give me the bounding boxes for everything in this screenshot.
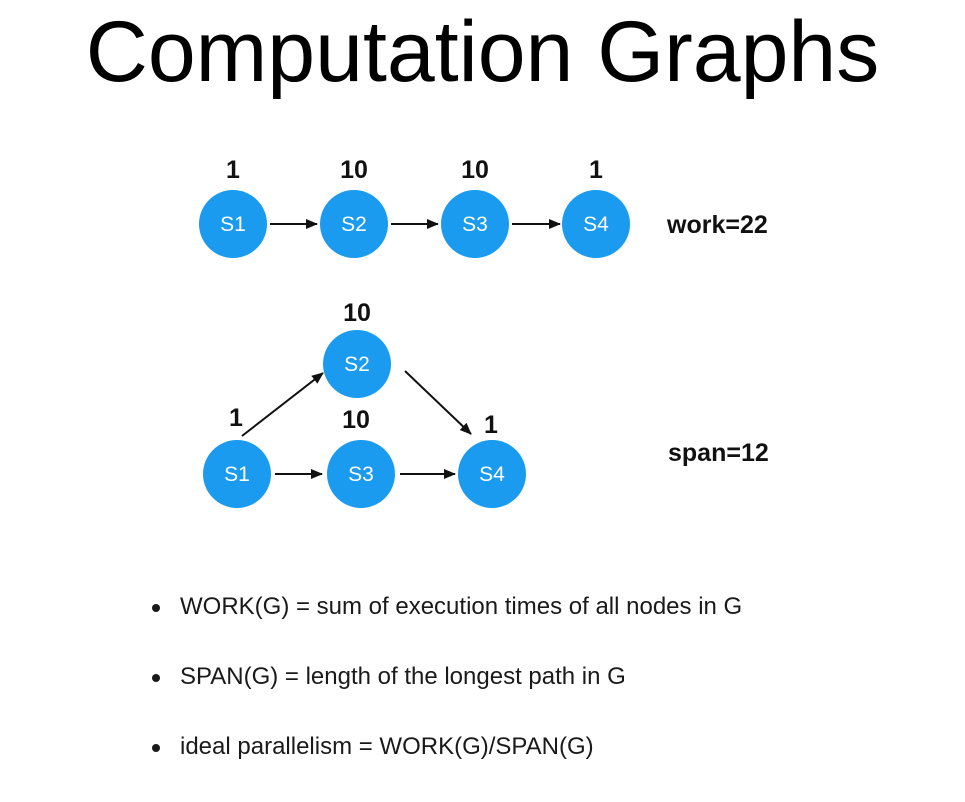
chain-node-s2: S2 10 [320, 156, 388, 258]
chain-node-s1-label: S1 [220, 213, 246, 236]
chain-node-s2-weight: 10 [340, 156, 368, 184]
bullet-work-text: WORK(G) = sum of execution times of all … [180, 593, 743, 620]
bullet-dot-icon [152, 674, 160, 682]
chain-node-s2-label: S2 [341, 213, 367, 236]
parallel-node-s4-weight: 1 [484, 411, 498, 439]
slide: Computation Graphs S1 1 S2 10 S3 10 S4 1… [0, 0, 965, 787]
chain-node-s1: S1 1 [199, 156, 267, 258]
parallel-node-s4-label: S4 [479, 463, 505, 486]
parallel-edge-s1-s2 [241, 372, 324, 437]
parallel-node-s3: S3 10 [327, 406, 395, 508]
bullet-dot-icon [152, 744, 160, 752]
parallel-graph: S1 1 S2 10 S3 10 S4 1 span=12 [203, 299, 769, 508]
bullet-dot-icon [152, 604, 160, 612]
chain-node-s4-weight: 1 [589, 156, 603, 184]
bullet-parallelism-text: ideal parallelism = WORK(G)/SPAN(G) [180, 733, 594, 760]
definition-list: WORK(G) = sum of execution times of all … [150, 592, 930, 802]
parallel-edge-s2-s4 [404, 370, 472, 435]
parallel-node-s1-weight: 1 [229, 404, 243, 432]
chain-node-s3: S3 10 [441, 156, 509, 258]
work-metric: work=22 [666, 211, 768, 239]
chain-node-s1-weight: 1 [226, 156, 240, 184]
span-metric: span=12 [668, 439, 769, 467]
parallel-node-s2-weight: 10 [343, 299, 371, 327]
bullet-span-definition: SPAN(G) = length of the longest path in … [150, 662, 930, 692]
chain-graph: S1 1 S2 10 S3 10 S4 1 work=22 [199, 156, 768, 258]
chain-node-s4-label: S4 [583, 213, 609, 236]
parallel-node-s4: S4 1 [458, 411, 526, 508]
parallel-node-s1-label: S1 [224, 463, 250, 486]
chain-node-s3-label: S3 [462, 213, 488, 236]
bullet-span-text: SPAN(G) = length of the longest path in … [180, 663, 626, 690]
bullet-work-definition: WORK(G) = sum of execution times of all … [150, 592, 930, 622]
parallel-node-s3-label: S3 [348, 463, 374, 486]
parallel-node-s1: S1 1 [203, 404, 271, 508]
bullet-parallelism-definition: ideal parallelism = WORK(G)/SPAN(G) [150, 732, 930, 762]
parallel-node-s2-label: S2 [344, 353, 370, 376]
parallel-node-s3-weight: 10 [342, 406, 370, 434]
parallel-node-s2: S2 10 [323, 299, 391, 398]
chain-node-s3-weight: 10 [461, 156, 489, 184]
chain-node-s4: S4 1 [562, 156, 630, 258]
